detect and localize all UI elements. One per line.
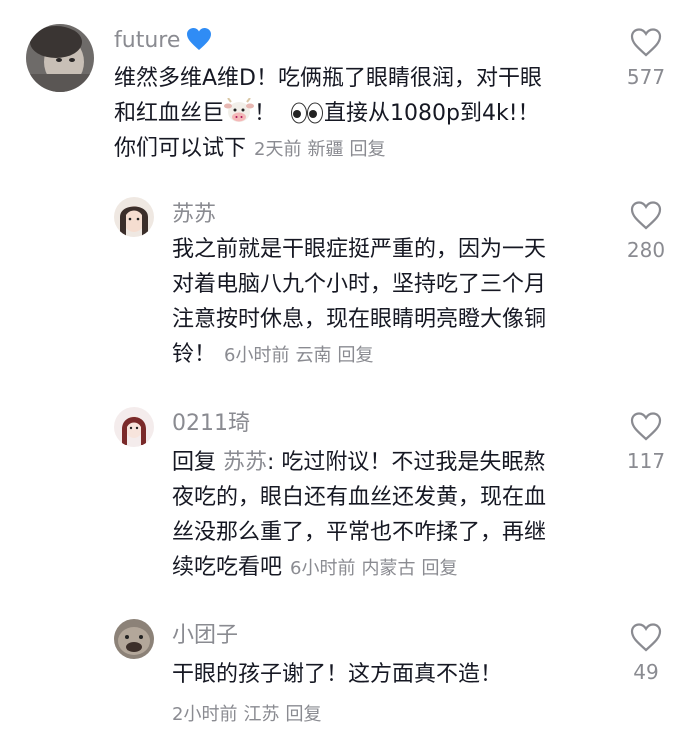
comment-meta: 2小时前 江苏 回复 bbox=[172, 700, 327, 730]
comment-line: 和红血丝巨！ 直接从1080p到4k!！ bbox=[114, 96, 542, 131]
comment-location: 江苏 bbox=[243, 704, 280, 725]
like-count: 280 bbox=[626, 238, 666, 262]
comment-username[interactable]: 苏苏 bbox=[172, 200, 216, 230]
blue-heart-icon bbox=[187, 28, 212, 50]
reply-to-username[interactable]: 苏苏 bbox=[223, 450, 267, 475]
comment-line: 丝没那么重了，平常也不咋揉了，再继 bbox=[172, 520, 547, 545]
comment-username[interactable]: future bbox=[114, 26, 212, 56]
comment-time: 2小时前 bbox=[172, 704, 238, 725]
comment-line: 回复 苏苏: 吃过附议！不过我是失眠熬 bbox=[172, 450, 546, 475]
like-button[interactable]: 577 bbox=[616, 28, 676, 89]
comment-username[interactable]: 0211琦 bbox=[172, 409, 250, 439]
heart-outline-icon[interactable] bbox=[630, 623, 662, 652]
comment-text: 维然多维A维D！吃俩瓶了眼睛很润，对干眼 和红血丝巨！ 直接从1080p到4k!… bbox=[114, 61, 542, 167]
comment-line: 夜吃的，眼白还有血丝还发黄，现在血 bbox=[172, 485, 547, 510]
comment-line: 你们可以试下 2天前 新疆 回复 bbox=[114, 131, 542, 167]
like-button[interactable]: 49 bbox=[616, 623, 676, 684]
comment-time: 6小时前 bbox=[224, 345, 290, 366]
comment-line: 干眼的孩子谢了！这方面真不造！ bbox=[172, 662, 503, 687]
reply-button[interactable]: 回复 bbox=[421, 558, 457, 579]
like-count: 577 bbox=[626, 65, 666, 89]
comment-line: 对着电脑八九个小时，坚持吃了三个月 bbox=[172, 272, 547, 297]
comment-time: 2天前 bbox=[254, 139, 302, 160]
comment-location: 内蒙古 bbox=[361, 558, 416, 579]
reply-prefix: 回复 bbox=[172, 450, 217, 475]
like-button[interactable]: 117 bbox=[616, 412, 676, 473]
comment-line: 续吃吃看吧 6小时前 内蒙古 回复 bbox=[172, 550, 546, 586]
reply-button[interactable]: 回复 bbox=[349, 139, 385, 160]
heart-outline-icon[interactable] bbox=[630, 412, 662, 441]
username-text[interactable]: future bbox=[114, 28, 180, 53]
like-count: 117 bbox=[626, 449, 666, 473]
comment-username[interactable]: 小团子 bbox=[172, 621, 238, 651]
comment-location: 云南 bbox=[295, 345, 332, 366]
like-count: 49 bbox=[633, 660, 659, 684]
comment-line: 注意按时休息，现在眼睛明亮瞪大像铜 bbox=[172, 307, 547, 332]
comment-text: 我之前就是干眼症挺严重的，因为一天 对着电脑八九个小时，坚持吃了三个月 注意按时… bbox=[172, 232, 546, 373]
comment-line: 铃！ 6小时前 云南 回复 bbox=[172, 337, 546, 373]
avatar[interactable] bbox=[114, 619, 154, 659]
avatar[interactable] bbox=[114, 407, 154, 447]
comment-meta: 2天前 新疆 回复 bbox=[254, 139, 391, 160]
comment-location: 新疆 bbox=[307, 139, 344, 160]
comment-meta: 6小时前 内蒙古 回复 bbox=[290, 558, 463, 579]
reply-button[interactable]: 回复 bbox=[285, 704, 321, 725]
reply-button[interactable]: 回复 bbox=[337, 345, 373, 366]
like-button[interactable]: 280 bbox=[616, 201, 676, 262]
heart-outline-icon[interactable] bbox=[630, 28, 662, 57]
cow-face-emoji bbox=[224, 98, 255, 122]
avatar[interactable] bbox=[114, 197, 154, 237]
comment-meta: 6小时前 云南 回复 bbox=[224, 345, 379, 366]
comment-line: 维然多维A维D！吃俩瓶了眼睛很润，对干眼 bbox=[114, 66, 542, 91]
heart-outline-icon[interactable] bbox=[630, 201, 662, 230]
comment-text: 干眼的孩子谢了！这方面真不造！ bbox=[172, 657, 502, 692]
comment-time: 6小时前 bbox=[290, 558, 356, 579]
avatar[interactable] bbox=[26, 24, 94, 92]
eyes-emoji bbox=[291, 102, 324, 124]
comment-text: 回复 苏苏: 吃过附议！不过我是失眠熬 夜吃的，眼白还有血丝还发黄，现在血 丝没… bbox=[172, 445, 546, 586]
comment-line: 我之前就是干眼症挺严重的，因为一天 bbox=[172, 237, 547, 262]
